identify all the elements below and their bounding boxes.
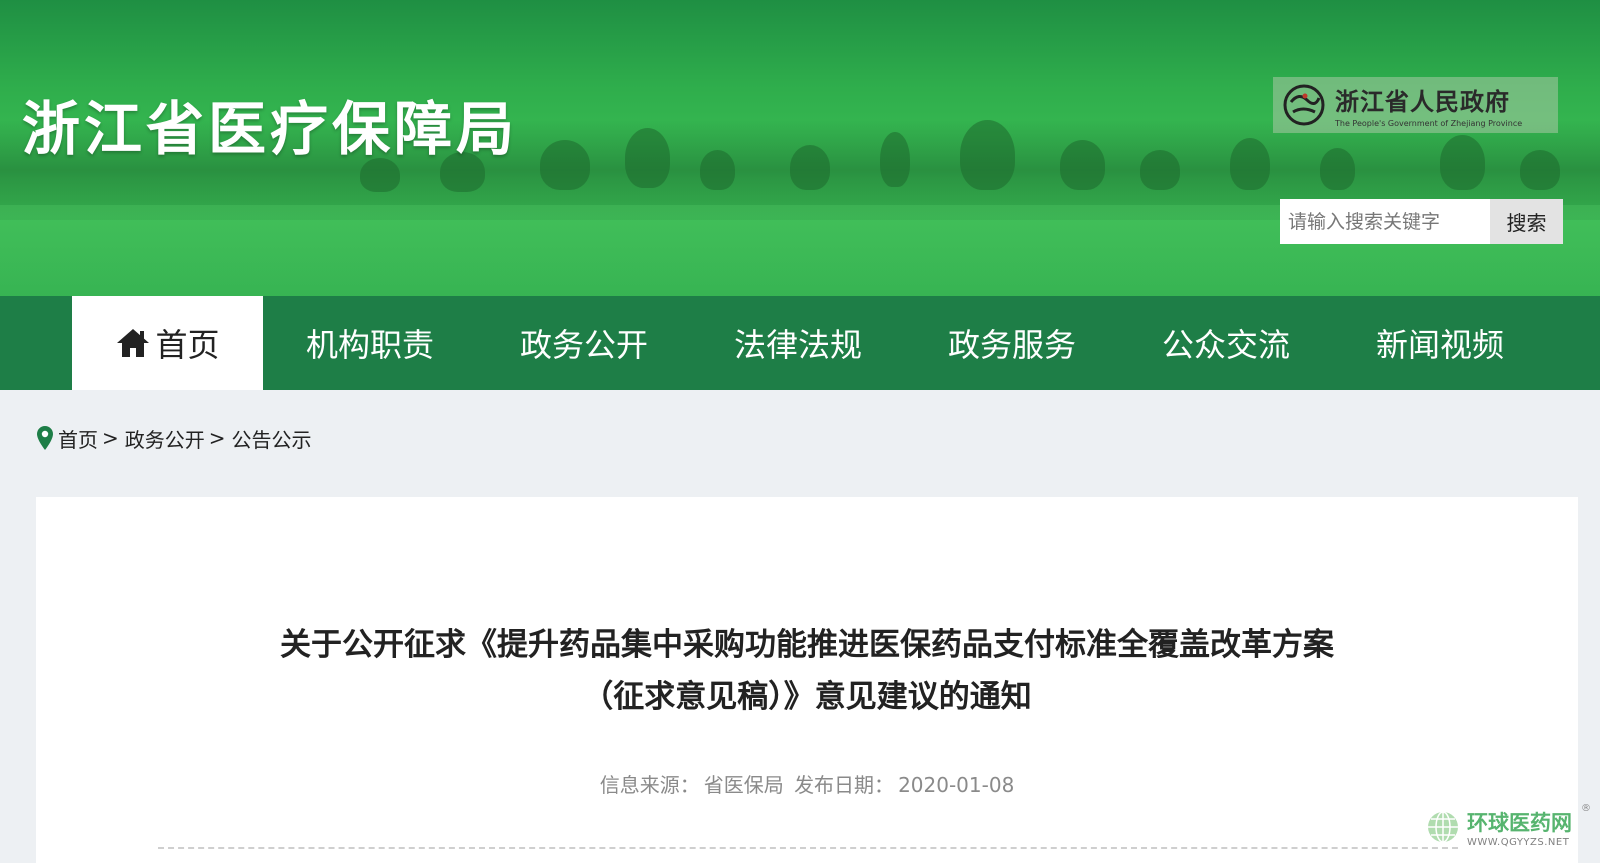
- breadcrumb-separator: >: [102, 426, 119, 450]
- article-card: 关于公开征求《提升药品集中采购功能推进医保药品支付标准全覆盖改革方案 （征求意见…: [36, 497, 1578, 863]
- banner-tree: [1060, 140, 1105, 190]
- nav-item-public-exchange[interactable]: 公众交流: [1119, 296, 1333, 390]
- nav-item-label: 政务服务: [947, 326, 1076, 364]
- banner-tree: [880, 132, 910, 187]
- nav-item-label: 公众交流: [1161, 326, 1290, 364]
- banner-tree: [1520, 150, 1560, 190]
- date-label: 发布日期：: [794, 773, 895, 797]
- watermark-url: WWW.QGYYZS.NET: [1467, 836, 1570, 848]
- breadcrumb-separator: >: [208, 426, 226, 450]
- banner-tree: [790, 145, 830, 190]
- nav-item-news-video[interactable]: 新闻视频: [1333, 296, 1547, 390]
- source-label: 信息来源：: [599, 773, 700, 797]
- breadcrumb-government-affairs[interactable]: 政务公开: [125, 424, 205, 453]
- nav-item-label: 法律法规: [733, 326, 862, 364]
- banner-tree: [1440, 135, 1485, 190]
- search-input[interactable]: [1280, 199, 1490, 244]
- nav-item-laws[interactable]: 法律法规: [691, 296, 905, 390]
- home-icon: [115, 327, 151, 359]
- nav-item-label: 新闻视频: [1375, 326, 1504, 364]
- banner-tree: [1140, 150, 1180, 190]
- article-meta: 信息来源： 省医保局 发布日期： 2020-01-08: [36, 769, 1578, 798]
- banner-tree: [540, 140, 590, 190]
- header-banner: 浙江省医疗保障局 浙江省人民政府 The People's Government…: [0, 0, 1600, 296]
- source-value: 省医保局: [703, 773, 784, 797]
- banner-tree: [960, 120, 1015, 190]
- nav-item-label: 机构职责: [305, 326, 434, 364]
- nav-item-home[interactable]: 首页: [72, 296, 263, 390]
- nav-item-label: 首页: [155, 326, 220, 364]
- gov-logo[interactable]: 浙江省人民政府 The People's Government of Zheji…: [1273, 77, 1558, 133]
- banner-tree: [700, 150, 735, 190]
- search-box: 搜索: [1280, 199, 1563, 244]
- nav-item-label: 政务公开: [519, 326, 648, 364]
- gov-logo-cn: 浙江省人民政府: [1335, 87, 1510, 116]
- nav-item-services[interactable]: 政务服务: [905, 296, 1119, 390]
- date-value: 2020-01-08: [898, 773, 1015, 797]
- article-title: 关于公开征求《提升药品集中采购功能推进医保药品支付标准全覆盖改革方案 （征求意见…: [36, 619, 1578, 723]
- banner-tree: [1320, 148, 1355, 190]
- article-divider: [158, 847, 1458, 849]
- site-title[interactable]: 浙江省医疗保障局: [22, 82, 518, 166]
- gov-emblem-icon: [1279, 80, 1329, 130]
- banner-tree: [625, 128, 670, 188]
- watermark: 环球医药网 WWW.QGYYZS.NET ®: [1425, 803, 1591, 848]
- nav-item-government-affairs[interactable]: 政务公开: [477, 296, 691, 390]
- location-pin-icon: [36, 425, 54, 451]
- watermark-name: 环球医药网: [1467, 810, 1572, 835]
- main-nav: 首页 机构职责 政务公开 法律法规 政务服务 公众交流 新闻视频: [0, 296, 1600, 390]
- article-title-line1: 关于公开征求《提升药品集中采购功能推进医保药品支付标准全覆盖改革方案: [280, 627, 1334, 663]
- nav-item-responsibilities[interactable]: 机构职责: [263, 296, 477, 390]
- article-title-line2: （征求意见稿）》意见建议的通知: [582, 679, 1032, 715]
- breadcrumb: 首页 > 政务公开 > 公告公示: [36, 420, 312, 456]
- banner-tree: [1230, 138, 1270, 190]
- search-button[interactable]: 搜索: [1490, 199, 1563, 244]
- globe-icon: [1425, 809, 1461, 845]
- watermark-reg: ®: [1581, 803, 1591, 814]
- gov-logo-en: The People's Government of Zhejiang Prov…: [1335, 119, 1523, 128]
- breadcrumb-announcements[interactable]: 公告公示: [232, 424, 312, 453]
- breadcrumb-home[interactable]: 首页: [58, 424, 98, 453]
